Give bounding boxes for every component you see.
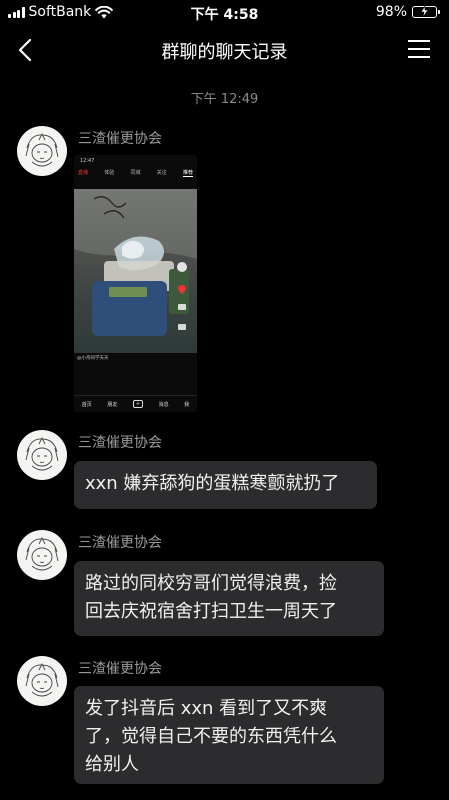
nav-bar: 群聊的聊天记录 — [0, 26, 449, 74]
embedded-bottom-tab: 首页 — [81, 401, 92, 408]
status-right: 98% — [375, 4, 440, 20]
avatar[interactable] — [17, 530, 67, 580]
avatar[interactable] — [17, 430, 67, 480]
message-line: 路过的同校穷哥们觉得浪费，捡 — [85, 573, 337, 594]
message-line: 给别人 — [85, 754, 139, 775]
message-bubble[interactable]: 路过的同校穷哥们觉得浪费，捡 回去庆祝宿舍打扫卫生一周天了 — [74, 561, 384, 636]
sender-name: 三渣催更协会 — [78, 435, 162, 451]
embedded-bottom-tab: + — [132, 400, 144, 408]
embedded-bottom-nav: 首页 朋友 + 消息 我 — [74, 395, 197, 412]
embedded-tabs: 直播 体验 同城 关注 推荐 — [78, 169, 193, 177]
sender-name: 三渣催更协会 — [78, 131, 162, 147]
battery-icon — [412, 6, 440, 18]
embedded-tab: 同城 — [130, 170, 141, 176]
embedded-tab: 推荐 — [182, 170, 193, 177]
image-message[interactable]: 12:47 直播 体验 同城 关注 推荐 @小舟同学天天 首页 朋友 + 消息 … — [74, 155, 197, 412]
menu-icon[interactable] — [407, 39, 431, 59]
chat-timestamp: 下午 12:49 — [190, 92, 259, 107]
sender-name: 三渣催更协会 — [78, 661, 162, 677]
message-bubble[interactable]: 发了抖音后 xxn 看到了又不爽 了，觉得自己不要的东西凭什么 给别人 — [74, 686, 384, 784]
page-title: 群聊的聊天记录 — [161, 42, 288, 63]
status-bar: SoftBank 下午 4:58 98% — [0, 0, 449, 26]
avatar[interactable] — [17, 656, 67, 706]
avatar[interactable] — [17, 126, 67, 176]
embedded-tab: 关注 — [156, 170, 167, 176]
message-line: 回去庆祝宿舍打扫卫生一周天了 — [85, 601, 337, 622]
embedded-video-frame — [74, 189, 197, 353]
embedded-tab: 体验 — [104, 170, 115, 176]
message-line: 了，觉得自己不要的东西凭什么 — [85, 726, 337, 747]
embedded-bottom-tab: 朋友 — [107, 401, 118, 408]
embedded-tab: 直播 — [78, 170, 89, 176]
embedded-caption: @小舟同学天天 — [77, 356, 109, 361]
message-bubble[interactable]: xxn 嫌弃舔狗的蛋糕寒颤就扔了 — [74, 461, 377, 509]
embedded-time: 12:47 — [80, 158, 95, 164]
embedded-status: 12:47 直播 体验 同城 关注 推荐 — [74, 155, 197, 189]
message-line: 发了抖音后 xxn 看到了又不爽 — [85, 698, 328, 719]
battery-percent: 98% — [375, 4, 407, 20]
embedded-bottom-tab: 我 — [184, 401, 190, 408]
embedded-bottom-tab: 消息 — [158, 401, 169, 408]
sender-name: 三渣催更协会 — [78, 535, 162, 551]
charging-bolt-icon — [420, 6, 429, 17]
